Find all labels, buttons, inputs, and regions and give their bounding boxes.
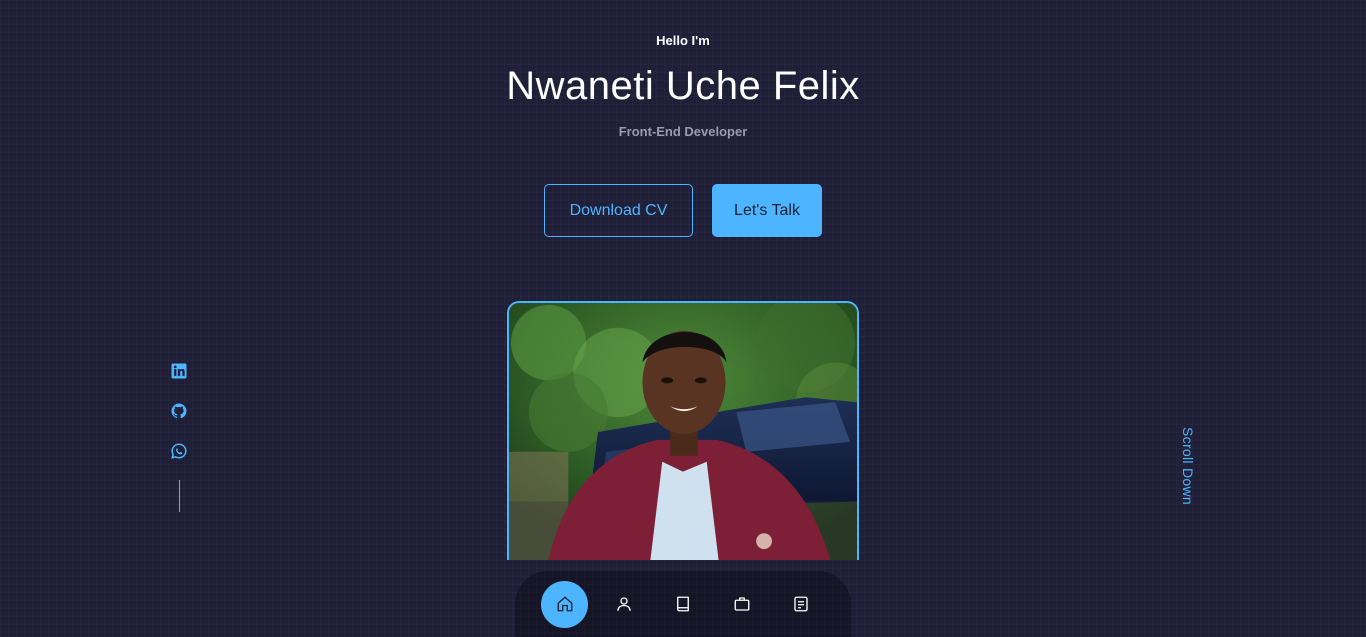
briefcase-icon [734,597,749,611]
profile-photo [507,301,859,560]
lets-talk-button[interactable]: Let's Talk [712,184,822,237]
scroll-down-link[interactable]: Scroll Down [1180,427,1196,505]
nav-home[interactable] [541,580,588,628]
nav-contact[interactable] [777,581,824,628]
github-icon [171,403,187,419]
nav-portfolio[interactable] [718,581,765,628]
nav-about[interactable] [600,581,647,628]
portrait-photo [509,303,857,560]
social-links [170,362,188,512]
user-icon [616,597,631,611]
whatsapp-link[interactable] [170,442,188,460]
download-cv-button[interactable]: Download CV [544,184,693,237]
social-divider-line [178,480,180,512]
home-icon [557,596,572,612]
role-subtitle: Front-End Developer [618,124,748,139]
linkedin-link[interactable] [170,362,188,380]
greeting-text: Hello I'm [656,33,710,48]
message-icon [793,596,808,612]
github-link[interactable] [170,402,188,420]
nav-experience[interactable] [659,581,706,628]
book-icon [676,596,689,612]
linkedin-icon [171,363,187,379]
bottom-nav [515,571,851,637]
page-title: Nwaneti Uche Felix [506,64,860,108]
whatsapp-icon [171,443,187,459]
